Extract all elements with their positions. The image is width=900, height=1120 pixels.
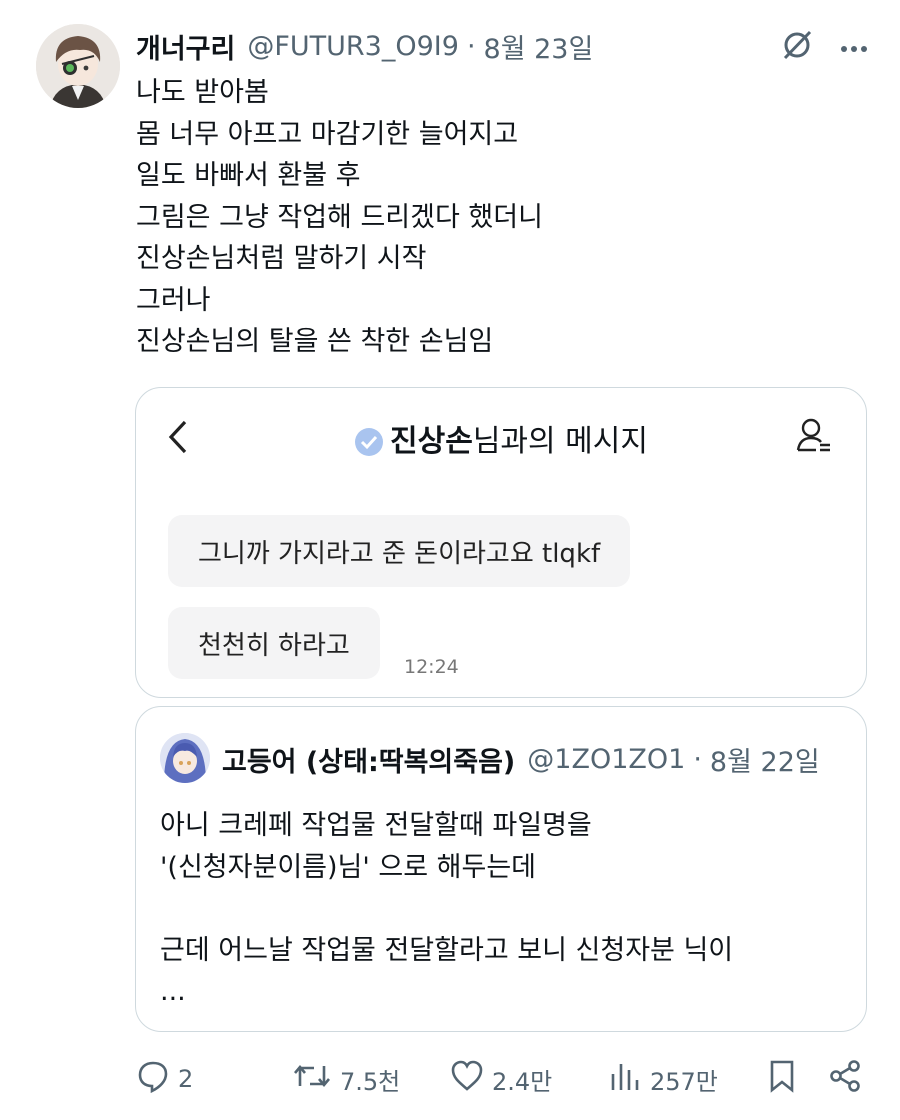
verified-icon	[354, 427, 384, 465]
repost-count: 7.5천	[340, 1067, 401, 1096]
quote-line: ...	[160, 976, 186, 1007]
quote-line: 아니 크레페 작업물 전달할때 파일명을	[160, 810, 592, 841]
tweet-line: 일도 바빠서 환불 후	[136, 160, 361, 191]
repost-button[interactable]: 7.5천	[292, 1055, 400, 1103]
author-avatar[interactable]	[36, 24, 120, 108]
dm-timestamp: 12:24	[404, 656, 459, 678]
quoted-tweet[interactable]: 고등어 (상태:딱복의죽음) @1ZO1ZO1 · 8월 22일 아니 크레페 …	[135, 706, 867, 1032]
author-name[interactable]: 개너구리	[136, 27, 235, 66]
tweet-body: 나도 받아봄 몸 너무 아프고 마감기한 늘어지고 일도 바빠서 환불 후 그림…	[136, 72, 856, 363]
repost-icon	[292, 1060, 332, 1098]
quote-line: '(신청자분이름)님' 으로 해두는데	[160, 851, 536, 883]
views-icon	[608, 1060, 642, 1098]
dot-separator: ·	[693, 743, 702, 775]
quote-date: 8월 22일	[709, 746, 820, 778]
grok-icon[interactable]	[780, 28, 814, 66]
share-button[interactable]	[828, 1055, 862, 1103]
share-icon	[828, 1059, 862, 1099]
quote-header: 고등어 (상태:딱복의죽음) @1ZO1ZO1 · 8월 22일	[222, 739, 820, 779]
profile-icon	[796, 416, 832, 458]
reply-icon	[136, 1059, 170, 1099]
quote-author-handle: @1ZO1ZO1	[527, 743, 686, 775]
dm-message: 천천히 하라고	[168, 607, 380, 679]
dot-separator: ·	[466, 30, 476, 62]
quote-author-name: 고등어 (상태:딱복의죽음)	[222, 746, 516, 778]
views-count: 257만	[650, 1067, 718, 1096]
bookmark-button[interactable]	[768, 1055, 796, 1103]
views-button[interactable]: 257만	[608, 1055, 718, 1103]
tweet-header: 개너구리 @FUTUR3_O9I9 · 8월 23일	[136, 27, 594, 66]
tweet-line: 진상손님의 탈을 쓴 착한 손님임	[136, 326, 494, 357]
more-icon[interactable]	[840, 38, 868, 57]
reply-count: 2	[178, 1065, 194, 1093]
tweet-line: 그러나	[136, 284, 211, 316]
quote-body: 아니 크레페 작업물 전달할때 파일명을 '(신청자분이름)님' 으로 해두는데…	[160, 805, 840, 1013]
bookmark-icon	[768, 1059, 796, 1099]
dm-title-rest: 님과의 메시지	[472, 424, 648, 459]
attached-image[interactable]: 진상손님과의 메시지 그니까 가지라고 준 돈이라고요 tlqkf 천천히 하라…	[135, 387, 867, 698]
quote-line: 근데 어느날 작업물 전달할라고 보니 신청자분 닉이	[160, 934, 734, 966]
tweet-action-bar: 2 7.5천 2.4만 257만	[0, 1055, 900, 1103]
tweet-line: 진상손님처럼 말하기 시작	[136, 243, 427, 274]
author-handle[interactable]: @FUTUR3_O9I9	[247, 31, 459, 62]
like-count: 2.4만	[492, 1067, 553, 1096]
tweet-top-actions	[780, 28, 868, 66]
quote-author-avatar	[160, 733, 210, 783]
tweet-line: 몸 너무 아프고 마감기한 늘어지고	[136, 118, 519, 150]
tweet-line: 그림은 그냥 작업해 드리겠다 했더니	[136, 201, 543, 233]
tweet-line: 나도 받아봄	[136, 77, 269, 108]
dm-title: 진상손님과의 메시지	[136, 416, 866, 465]
quote-line	[160, 888, 840, 930]
heart-icon	[450, 1060, 484, 1098]
like-button[interactable]: 2.4만	[450, 1055, 552, 1103]
tweet-date[interactable]: 8월 23일	[484, 27, 594, 66]
reply-button[interactable]: 2	[136, 1055, 193, 1103]
dm-message: 그니까 가지라고 준 돈이라고요 tlqkf	[168, 515, 631, 587]
dm-title-bold: 진상손	[390, 424, 473, 459]
